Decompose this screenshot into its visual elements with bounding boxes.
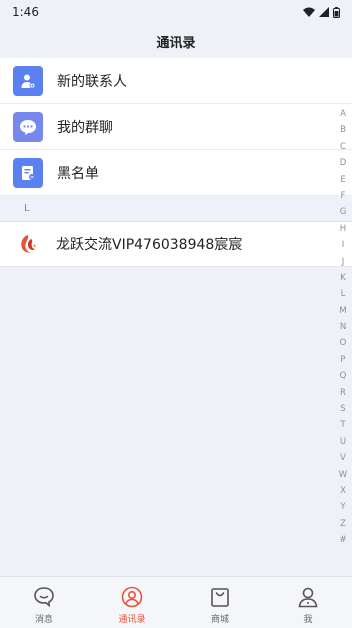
new-contacts-row[interactable]: 新的联系人 <box>0 58 352 104</box>
index-letter[interactable]: A <box>340 106 346 122</box>
group-chats-row[interactable]: 我的群聊 <box>0 104 352 150</box>
tab-me-label: 我 <box>303 615 313 625</box>
index-letter[interactable]: P <box>340 352 345 368</box>
group-chats-label: 我的群聊 <box>57 119 113 136</box>
tab-me[interactable]: 我 <box>264 577 352 625</box>
status-bar: 1:46 <box>0 0 352 24</box>
blacklist-label: 黑名单 <box>57 165 99 182</box>
bottom-tab-bar: 消息 通讯录 商城 我 <box>0 576 352 628</box>
index-letter[interactable]: Y <box>340 499 345 515</box>
page-title-bar: 通讯录 <box>0 24 352 58</box>
tab-shop[interactable]: 商城 <box>176 577 264 625</box>
battery-icon <box>333 6 340 18</box>
shopping-bag-icon <box>211 588 229 607</box>
index-letter[interactable]: # <box>339 532 346 548</box>
contact-name: 龙跃交流VIP476038948宸宸 <box>56 237 243 253</box>
alphabet-index-bar[interactable]: A B C D E F G H I J K L M N O P Q R S T U V W X Y Z # <box>336 106 350 549</box>
contacts-icon <box>121 586 143 608</box>
new-contacts-label: 新的联系人 <box>57 73 127 90</box>
signal-icon <box>319 7 329 17</box>
index-letter[interactable]: Q <box>340 368 347 384</box>
index-letter[interactable]: R <box>340 385 346 401</box>
index-letter[interactable]: C <box>340 139 346 155</box>
tab-messages-label: 消息 <box>34 615 53 625</box>
index-letter[interactable]: V <box>340 450 346 466</box>
index-letter[interactable]: X <box>340 483 346 499</box>
tab-contacts-label: 通讯录 <box>118 615 146 625</box>
contacts-list: 新的联系人 我的群聊 黑名单 L 龙跃交流VIP476038948宸宸 <box>0 58 352 267</box>
index-letter[interactable]: K <box>340 270 346 286</box>
index-letter[interactable]: B <box>340 122 346 138</box>
profile-icon <box>298 587 318 608</box>
index-letter[interactable]: I <box>342 237 345 253</box>
index-letter[interactable]: L <box>341 286 346 302</box>
index-letter[interactable]: E <box>340 172 345 188</box>
index-letter[interactable]: Z <box>340 516 346 532</box>
index-letter[interactable]: W <box>339 467 347 483</box>
tab-contacts[interactable]: 通讯录 <box>88 577 176 625</box>
index-letter[interactable]: J <box>342 254 345 270</box>
index-letter[interactable]: O <box>340 335 347 351</box>
tab-messages[interactable]: 消息 <box>0 577 88 625</box>
status-icons <box>303 6 340 18</box>
index-letter[interactable]: H <box>340 221 346 237</box>
tab-shop-label: 商城 <box>210 615 229 625</box>
index-letter[interactable]: F <box>341 188 346 204</box>
page-title: 通讯录 <box>156 35 196 51</box>
index-letter[interactable]: D <box>340 155 347 171</box>
index-letter[interactable]: G <box>340 204 347 220</box>
new-contact-icon <box>13 65 43 96</box>
index-letter[interactable]: T <box>340 417 345 433</box>
index-letter[interactable]: S <box>340 401 345 417</box>
status-time: 1:46 <box>12 5 39 19</box>
flame-logo-avatar <box>21 235 36 253</box>
index-letter[interactable]: N <box>340 319 346 335</box>
section-letter: L <box>24 203 30 214</box>
section-header-l: L <box>0 196 352 222</box>
blacklist-icon <box>13 157 43 188</box>
message-icon <box>34 587 54 608</box>
group-chat-icon <box>13 111 43 142</box>
contact-row[interactable]: 龙跃交流VIP476038948宸宸 <box>0 222 352 267</box>
wifi-icon <box>303 7 315 17</box>
blacklist-row[interactable]: 黑名单 <box>0 150 352 196</box>
index-letter[interactable]: U <box>340 434 346 450</box>
index-letter[interactable]: M <box>339 303 346 319</box>
